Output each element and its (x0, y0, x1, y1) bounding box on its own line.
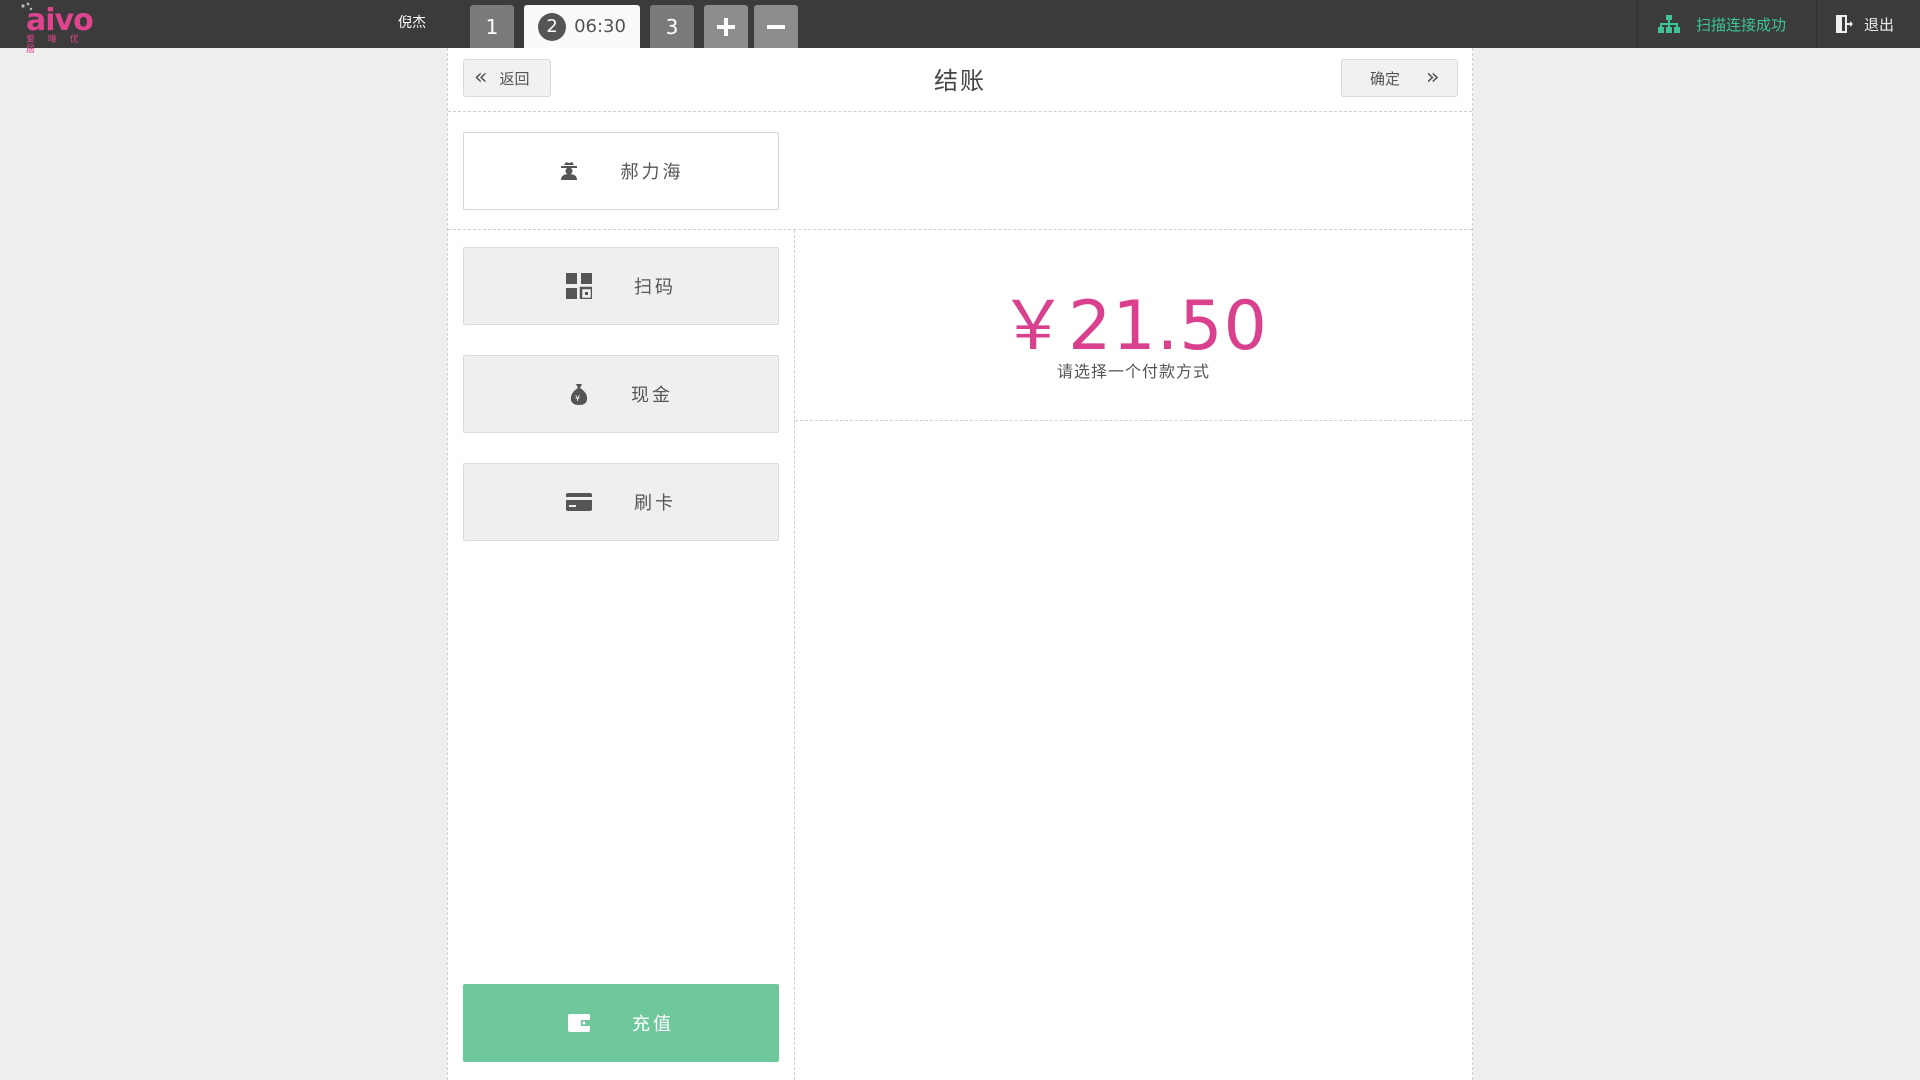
pay-cash-button[interactable]: ¥ 现金 (463, 355, 779, 433)
payment-hint: 请选择一个付款方式 (1056, 362, 1210, 381)
recharge-button[interactable]: 充值 (463, 984, 779, 1062)
sign-out-icon (1836, 15, 1853, 33)
wallet-icon (568, 1014, 590, 1032)
member-button[interactable]: 郝力海 (463, 132, 779, 210)
confirm-label: 确定 (1370, 69, 1401, 88)
tab-label: 3 (665, 14, 679, 39)
page-title: 结账 (934, 67, 986, 95)
pay-scan-label: 扫码 (634, 277, 676, 298)
scan-status-text: 扫描连接成功 (1696, 15, 1787, 34)
money-bag-icon: ¥ (570, 384, 588, 405)
order-tab-1[interactable]: 1 (470, 5, 514, 48)
logout-label: 退出 (1864, 15, 1895, 34)
recharge-label: 充值 (632, 1014, 674, 1035)
remove-tab-button[interactable] (754, 5, 798, 48)
add-tab-button[interactable] (704, 5, 748, 48)
operator-name: 倪杰 (398, 15, 426, 31)
sitemap-icon (1658, 15, 1680, 33)
pay-card-button[interactable]: 刷卡 (463, 463, 779, 541)
brand-logo: aivo 爱 唯 优 居 (20, 2, 96, 55)
tab-label: 1 (485, 14, 499, 39)
credit-card-icon (566, 493, 592, 511)
checkout-header: « 返回 结账 确定 » (448, 48, 1472, 112)
total-amount: ￥21.50 (999, 287, 1268, 366)
plus-icon (717, 17, 735, 36)
svg-text:¥: ¥ (575, 394, 583, 403)
tab-timer: 06:30 (574, 16, 626, 37)
top-bar: aivo 爱 唯 优 居 倪杰 1 2 06:30 3 扫描连接成功 退出 (0, 0, 1920, 55)
logo-subtitle: 爱 唯 优 居 (26, 35, 84, 55)
checkout-panel: « 返回 结账 确定 » 郝力海 扫码 ¥ 现金 刷卡 充值 ￥21.50 请选… (447, 48, 1473, 1080)
tab-number-badge: 2 (538, 12, 567, 41)
confirm-button[interactable]: 确定 » (1341, 59, 1458, 97)
amount-summary: ￥21.50 请选择一个付款方式 (795, 230, 1472, 421)
pay-cash-label: 现金 (631, 385, 673, 406)
logout-button[interactable]: 退出 (1836, 0, 1894, 48)
order-tab-3[interactable]: 3 (650, 5, 694, 48)
payment-methods-column: 扫码 ¥ 现金 刷卡 充值 (448, 230, 795, 1080)
pay-card-label: 刷卡 (634, 493, 676, 514)
minus-icon (767, 24, 785, 29)
pay-scan-button[interactable]: 扫码 (463, 247, 779, 325)
double-chevron-right-icon: » (1426, 65, 1440, 90)
qrcode-icon (566, 273, 592, 299)
logo-text: aivo (26, 3, 94, 38)
member-name: 郝力海 (620, 162, 684, 183)
member-section: 郝力海 (448, 112, 1472, 230)
order-tab-2-active[interactable]: 2 06:30 (524, 5, 640, 48)
scan-status-indicator[interactable]: 扫描连接成功 (1637, 0, 1817, 48)
user-secret-icon (560, 162, 577, 180)
